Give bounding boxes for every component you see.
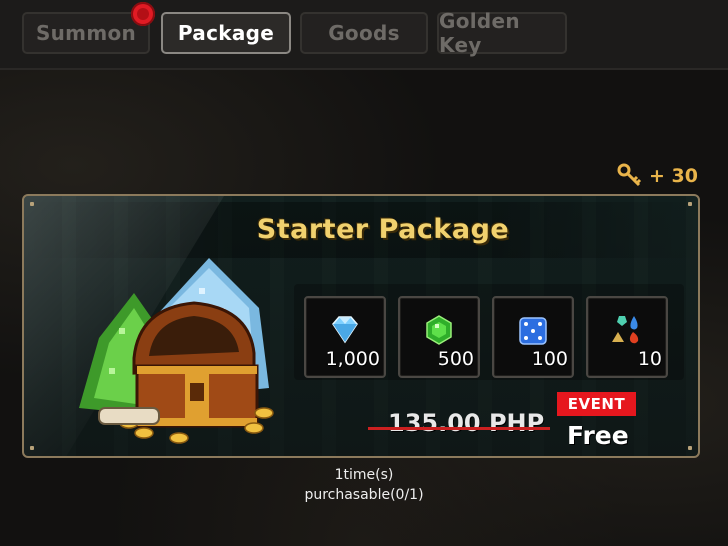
notification-badge [131,2,155,26]
item-quantity: 500 [437,348,474,370]
rivet [30,202,34,206]
key-reward: + 30 [617,163,698,189]
item-quantity: 100 [531,348,568,370]
tab-bar: Summon Package Goods Golden Key [0,0,728,70]
price-strikethrough [368,427,550,430]
blue-dice-icon [519,317,547,345]
purchase-limit-count: purchasable(0/1) [304,487,424,503]
key-reward-text: + 30 [649,165,698,187]
item-slot[interactable]: 500 [398,296,480,378]
item-quantity: 1,000 [325,348,380,370]
purchase-limit-times: 1time(s) [334,467,394,483]
element-stones-icon [612,316,639,344]
sale-price[interactable]: Free [567,421,629,450]
diamond-icon [332,316,358,344]
tab-package[interactable]: Package [161,12,291,54]
treasure-chest-icon [79,258,274,444]
event-badge: EVENT [557,392,636,416]
original-price: 135.00 PHP [388,409,545,437]
tab-goods[interactable]: Goods [300,12,428,54]
rivet [688,446,692,450]
rivet [688,202,692,206]
golden-key-icon [617,163,642,187]
green-gem-icon [426,315,452,345]
item-slot[interactable]: 10 [586,296,668,378]
package-title: Starter Package [256,214,510,245]
rivet [30,446,34,450]
item-slot[interactable]: 100 [492,296,574,378]
item-slot[interactable]: 1,000 [304,296,386,378]
item-quantity: 10 [637,348,662,370]
tab-golden-key[interactable]: Golden Key [437,9,567,57]
package-card[interactable]: Starter Package 1,000 500 100 10 135.00 … [22,194,700,458]
